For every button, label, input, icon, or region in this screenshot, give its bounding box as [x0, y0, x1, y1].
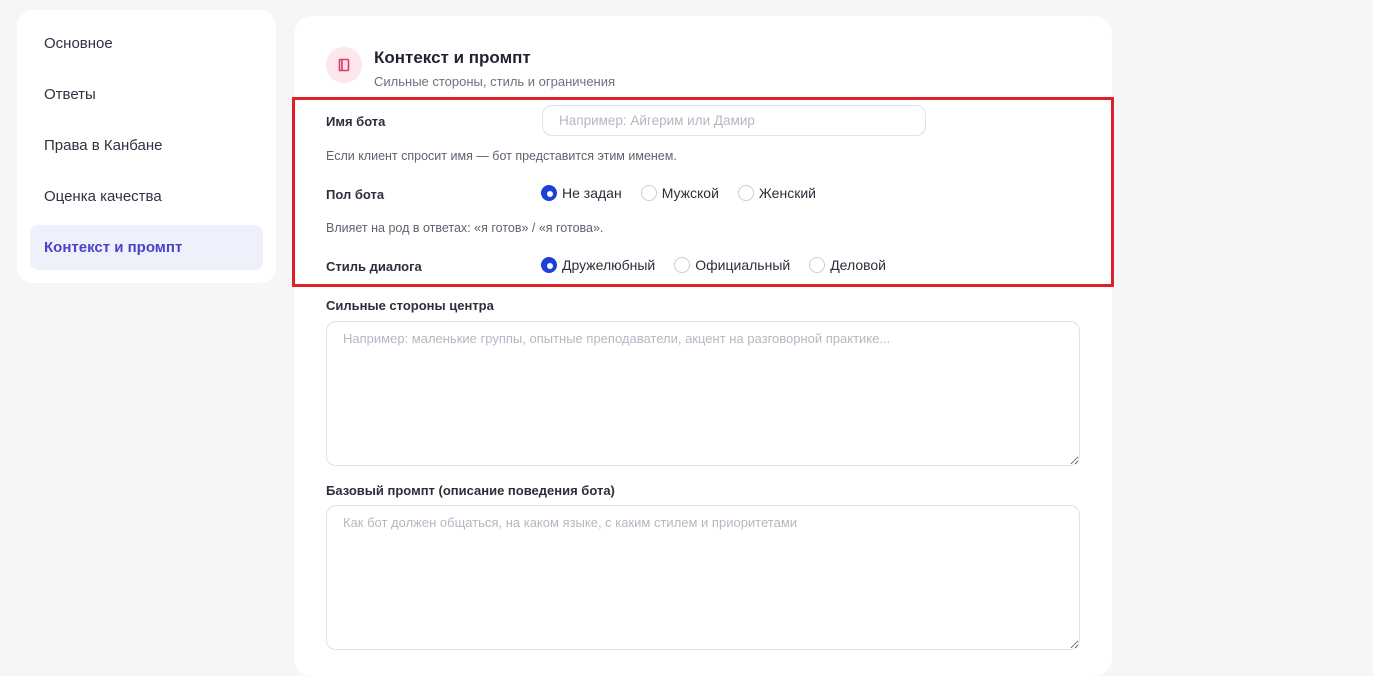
- bot-name-label: Имя бота: [326, 114, 386, 129]
- section-title: Контекст и промпт: [374, 48, 531, 67]
- style-option-official[interactable]: Официальный: [674, 257, 790, 273]
- bot-gender-radio-group: Не задан Мужской Женский: [541, 185, 835, 201]
- radio-label: Дружелюбный: [562, 257, 656, 273]
- style-option-business[interactable]: Деловой: [809, 257, 886, 273]
- style-option-friendly[interactable]: Дружелюбный: [541, 257, 655, 273]
- bot-gender-hint: Влияет на род в ответах: «я готов» / «я …: [326, 221, 604, 235]
- settings-sidebar: Основное Ответы Права в Канбане Оценка к…: [17, 10, 276, 283]
- bot-name-input[interactable]: [542, 105, 926, 136]
- section-header: Контекст и промпт Сильные стороны, стиль…: [326, 47, 615, 89]
- base-prompt-textarea[interactable]: [326, 505, 1080, 650]
- strengths-label: Сильные стороны центра: [326, 298, 494, 313]
- bot-name-hint: Если клиент спросит имя — бот представит…: [326, 149, 677, 163]
- section-subtitle: Сильные стороны, стиль и ограничения: [374, 74, 616, 89]
- dialog-style-radio-group: Дружелюбный Официальный Деловой: [541, 257, 905, 273]
- sidebar-item-answers[interactable]: Ответы: [30, 72, 263, 117]
- radio-unchecked-icon[interactable]: [674, 257, 691, 273]
- book-icon: [326, 47, 362, 83]
- strengths-textarea[interactable]: [326, 321, 1080, 466]
- bot-gender-label: Пол бота: [326, 187, 385, 202]
- sidebar-item-kanban-rights[interactable]: Права в Канбане: [30, 123, 263, 168]
- radio-label: Мужской: [661, 185, 719, 201]
- base-prompt-label: Базовый промпт (описание поведения бота): [326, 483, 615, 498]
- radio-checked-icon[interactable]: [541, 185, 557, 201]
- sidebar-item-quality[interactable]: Оценка качества: [30, 174, 263, 219]
- gender-option-male[interactable]: Мужской: [640, 185, 719, 201]
- sidebar-item-context-prompt[interactable]: Контекст и промпт: [30, 225, 263, 270]
- radio-label: Не задан: [562, 185, 622, 201]
- radio-label: Деловой: [830, 257, 887, 273]
- radio-unchecked-icon[interactable]: [809, 257, 826, 273]
- radio-label: Женский: [758, 185, 816, 201]
- radio-unchecked-icon[interactable]: [640, 185, 657, 201]
- context-prompt-card: Контекст и промпт Сильные стороны, стиль…: [294, 16, 1112, 676]
- gender-option-female[interactable]: Женский: [737, 185, 816, 201]
- dialog-style-label: Стиль диалога: [326, 259, 422, 274]
- radio-checked-icon[interactable]: [541, 257, 557, 273]
- radio-unchecked-icon[interactable]: [737, 185, 754, 201]
- sidebar-item-basic[interactable]: Основное: [30, 21, 263, 66]
- radio-label: Официальный: [695, 257, 791, 273]
- gender-option-unset[interactable]: Не задан: [541, 185, 622, 201]
